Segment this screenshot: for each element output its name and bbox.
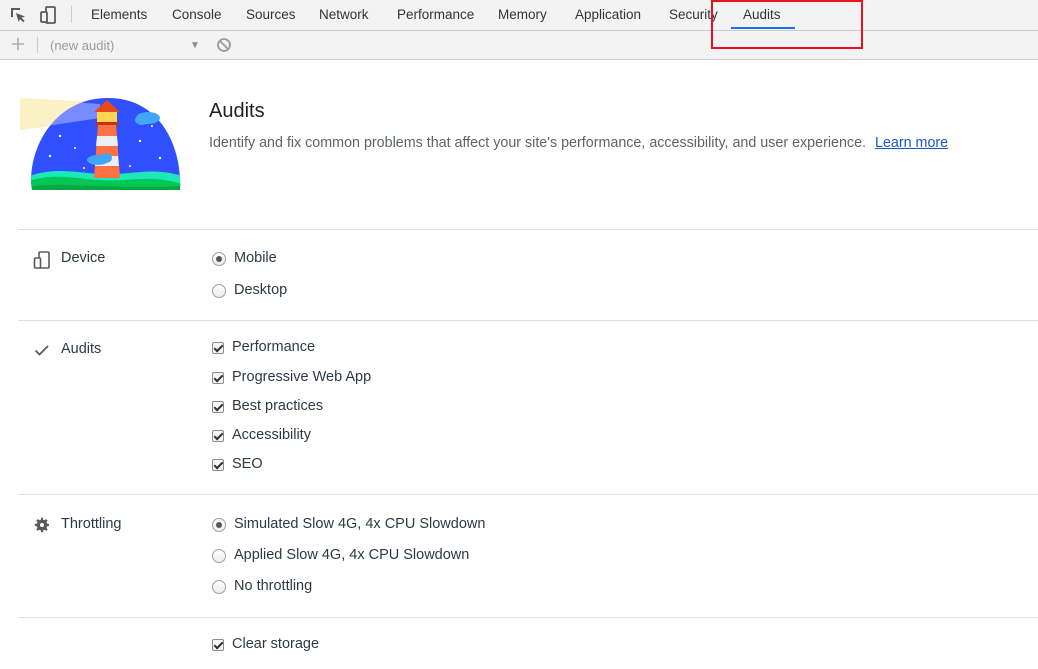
audit-select-value: (new audit)	[50, 38, 115, 53]
section-divider	[18, 229, 1038, 230]
tab-memory[interactable]: Memory	[498, 0, 547, 30]
dropdown-caret-icon: ▼	[190, 40, 200, 51]
pwa-checkbox[interactable]	[212, 372, 224, 384]
plus-icon[interactable]	[9, 35, 27, 53]
audits-toolbar: (new audit) ▼	[0, 31, 1038, 60]
audits-tab-highlight-box	[711, 0, 863, 49]
tab-console[interactable]: Console	[172, 0, 222, 30]
simulated-throttling-label: Simulated Slow 4G, 4x CPU Slowdown	[234, 516, 486, 532]
best-practices-label: Best practices	[232, 398, 324, 414]
lighthouse-logo	[20, 98, 181, 190]
device-toolbar-icon[interactable]	[38, 5, 58, 25]
audits-section-label: Audits	[61, 341, 102, 357]
device-icon	[33, 251, 50, 269]
mobile-radio[interactable]	[212, 252, 226, 266]
mobile-label: Mobile	[234, 250, 277, 266]
section-divider	[18, 494, 1038, 495]
audit-report-select[interactable]: (new audit) ▼	[50, 37, 205, 55]
throttling-section-label: Throttling	[61, 516, 122, 532]
checkmark-icon	[34, 345, 49, 356]
toolbar-divider	[37, 37, 38, 53]
applied-throttling-radio[interactable]	[212, 549, 226, 563]
audits-description-text: Identify and fix common problems that af…	[209, 135, 866, 151]
inspect-element-icon[interactable]	[8, 5, 28, 25]
seo-label: SEO	[232, 456, 263, 472]
desktop-label: Desktop	[234, 282, 288, 298]
tab-elements[interactable]: Elements	[91, 0, 147, 30]
audits-title: Audits	[209, 100, 265, 122]
clear-storage-checkbox[interactable]	[212, 639, 224, 651]
simulated-throttling-radio[interactable]	[212, 518, 226, 532]
tab-performance[interactable]: Performance	[397, 0, 474, 30]
no-throttling-radio[interactable]	[212, 580, 226, 594]
clear-block-icon[interactable]	[216, 37, 232, 53]
pwa-label: Progressive Web App	[232, 369, 372, 385]
accessibility-label: Accessibility	[232, 427, 311, 443]
tab-bar-divider	[71, 6, 72, 23]
clear-storage-label: Clear storage	[232, 636, 320, 652]
learn-more-link[interactable]: Learn more	[875, 135, 948, 151]
device-section-label: Device	[61, 250, 106, 266]
audits-description: Identify and fix common problems that af…	[209, 135, 948, 151]
desktop-radio[interactable]	[212, 284, 226, 298]
performance-checkbox[interactable]	[212, 342, 224, 354]
no-throttling-label: No throttling	[234, 578, 313, 594]
seo-checkbox[interactable]	[212, 459, 224, 471]
section-divider	[18, 617, 1038, 618]
performance-label: Performance	[232, 339, 316, 355]
tab-application[interactable]: Application	[575, 0, 641, 30]
section-divider	[18, 320, 1038, 321]
tab-network[interactable]: Network	[319, 0, 369, 30]
devtools-tab-bar: Elements Console Sources Network Perform…	[0, 0, 1038, 31]
best-practices-checkbox[interactable]	[212, 401, 224, 413]
applied-throttling-label: Applied Slow 4G, 4x CPU Slowdown	[234, 547, 470, 563]
gear-icon	[34, 517, 49, 533]
accessibility-checkbox[interactable]	[212, 430, 224, 442]
tab-sources[interactable]: Sources	[246, 0, 296, 30]
